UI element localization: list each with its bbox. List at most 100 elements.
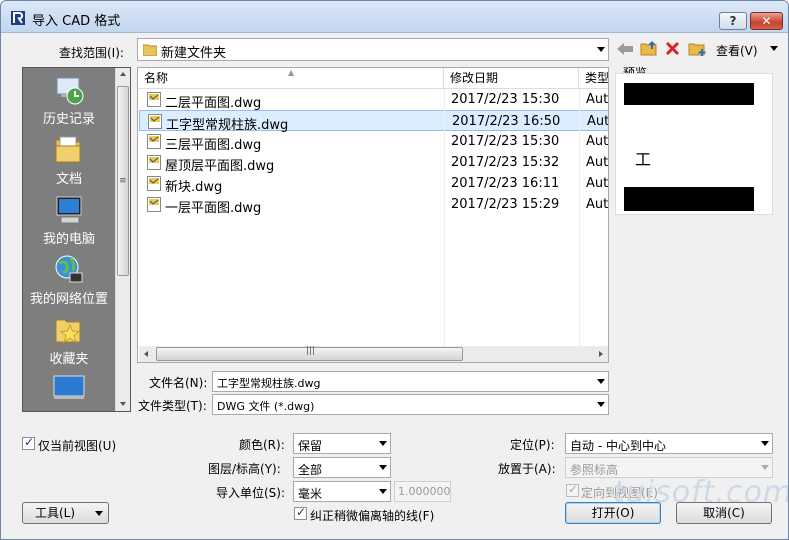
filename-input[interactable]: 工字型常规柱族.dwg — [212, 371, 609, 392]
place-computer[interactable]: 我的电脑 — [23, 194, 115, 247]
file-row[interactable]: 二层平面图.dwg 2017/2/23 15:30 Auto — [139, 89, 608, 111]
dwg-file-icon — [147, 155, 161, 170]
file-name: 新块.dwg — [165, 180, 223, 195]
computer-icon — [56, 196, 82, 224]
chevron-down-icon[interactable] — [379, 465, 387, 470]
chevron-down-icon — [95, 511, 103, 516]
desktop-icon[interactable] — [52, 374, 86, 400]
layers-value: 全部 — [298, 463, 323, 477]
file-name: 屋顶层平面图.dwg — [165, 159, 275, 174]
file-list: 名称 ▲ 修改日期 类型 二层平面图.dwg 2017/2/23 15:30 A… — [137, 67, 609, 363]
filename-value: 工字型常规柱族.dwg — [217, 377, 321, 390]
column-date[interactable]: 修改日期 — [444, 68, 579, 89]
file-date: 2017/2/23 16:50 — [452, 114, 561, 129]
window-title: 导入 CAD 格式 — [32, 14, 121, 29]
file-date: 2017/2/23 15:32 — [451, 155, 560, 170]
file-row[interactable]: 新块.dwg 2017/2/23 16:11 Auto — [139, 173, 609, 195]
grip-icon: ≡ — [119, 176, 127, 186]
cancel-button[interactable]: 取消(C) — [676, 502, 772, 524]
up-folder-icon[interactable] — [640, 40, 658, 57]
correct-lines-checkbox[interactable] — [294, 505, 307, 520]
import-units-select[interactable]: 毫米 — [293, 481, 391, 502]
file-name: 三层平面图.dwg — [165, 138, 262, 153]
file-type: Auto — [587, 114, 609, 129]
place-label: 我的网络位置 — [29, 292, 108, 307]
chevron-down-icon[interactable] — [761, 441, 769, 446]
filetype-label: 文件类型(T): — [138, 399, 207, 413]
place-label: 文档 — [55, 172, 82, 187]
scroll-right-icon[interactable] — [599, 351, 603, 357]
file-row[interactable]: 三层平面图.dwg 2017/2/23 15:30 Auto — [139, 131, 609, 153]
current-view-only-label: 仅当前视图(U) — [38, 439, 117, 453]
view-menu[interactable]: 查看(V) — [716, 42, 758, 59]
scroll-left-icon[interactable] — [144, 351, 148, 357]
column-type[interactable]: 类型 — [579, 68, 608, 89]
dwg-file-icon — [147, 197, 161, 212]
view-dropdown-icon[interactable] — [770, 46, 778, 51]
column-divider — [579, 89, 580, 346]
scale-factor-field: 1.000000 — [394, 481, 451, 502]
preview-bar-top — [624, 83, 754, 105]
file-date: 2017/2/23 15:29 — [451, 197, 560, 212]
file-row-selected[interactable]: 工字型常规柱族.dwg 2017/2/23 16:50 Auto — [139, 110, 609, 133]
lookin-select[interactable]: 新建文件夹 — [137, 38, 609, 61]
close-button[interactable]: ✕ — [750, 12, 783, 30]
network-icon — [55, 255, 83, 283]
place-label: 历史记录 — [42, 112, 95, 127]
chevron-down-icon[interactable] — [597, 402, 605, 407]
place-label: 我的电脑 — [42, 232, 95, 247]
file-date: 2017/2/23 15:30 — [451, 134, 560, 149]
chevron-down-icon[interactable] — [379, 489, 387, 494]
positioning-value: 自动 - 中心到中心 — [570, 439, 666, 453]
scale-factor-value: 1.000000 — [398, 485, 451, 498]
lookin-label: 查找范围(I): — [59, 46, 124, 60]
places-bar: 历史记录 文档 我的电脑 我的网络位置 收藏夹 ≡ — [22, 67, 131, 412]
open-button[interactable]: 打开(O) — [565, 502, 661, 524]
favorites-icon — [55, 319, 81, 344]
correct-lines-label: 纠正稍微偏离轴的线(F) — [310, 509, 435, 523]
chevron-down-icon[interactable] — [597, 379, 605, 384]
places-scrollbar[interactable]: ≡ — [115, 68, 130, 411]
place-history[interactable]: 历史记录 — [23, 74, 115, 127]
tools-label: 工具(L) — [35, 506, 76, 520]
scroll-down-icon[interactable] — [120, 402, 126, 406]
filelist-hscrollbar[interactable]: ||| — [139, 346, 608, 362]
chevron-down-icon — [597, 47, 605, 52]
orient-to-view-checkbox — [566, 482, 579, 497]
back-arrow-icon[interactable] — [616, 42, 634, 56]
positioning-select[interactable]: 自动 - 中心到中心 — [565, 433, 773, 454]
colors-select[interactable]: 保留 — [293, 433, 391, 454]
sort-asc-icon: ▲ — [288, 68, 295, 77]
filename-label: 文件名(N): — [149, 376, 208, 390]
place-documents[interactable]: 文档 — [23, 134, 115, 187]
file-name: 一层平面图.dwg — [165, 201, 262, 216]
import-cad-dialog: 导入 CAD 格式 ? ✕ 查找范围(I): 新建文件夹 查看(V) 历史记录 … — [0, 0, 789, 540]
current-view-only-checkbox[interactable] — [22, 435, 35, 450]
place-label: 收藏夹 — [49, 352, 89, 367]
layers-select[interactable]: 全部 — [293, 457, 391, 478]
place-network[interactable]: 我的网络位置 — [23, 254, 115, 307]
chevron-down-icon[interactable] — [379, 441, 387, 446]
file-row[interactable]: 屋顶层平面图.dwg 2017/2/23 15:32 Auto — [139, 152, 608, 174]
place-favorites[interactable]: 收藏夹 — [23, 314, 115, 367]
file-type: Auto — [586, 176, 609, 191]
preview-pane: 工 — [615, 73, 773, 215]
new-folder-icon[interactable] — [688, 40, 706, 57]
help-button[interactable]: ? — [719, 12, 747, 30]
delete-icon[interactable] — [665, 41, 680, 56]
title-bar: 导入 CAD 格式 ? ✕ — [1, 1, 788, 33]
history-icon — [56, 77, 84, 105]
filetype-value: DWG 文件 (*.dwg) — [217, 400, 315, 413]
dwg-file-icon — [147, 92, 161, 107]
preview-glyph: 工 — [635, 150, 652, 169]
scroll-up-icon[interactable] — [120, 72, 126, 76]
tools-button[interactable]: 工具(L) — [22, 502, 109, 524]
file-type: Auto — [586, 197, 609, 212]
import-units-label: 导入单位(S): — [216, 486, 286, 500]
lookin-value: 新建文件夹 — [161, 46, 227, 61]
file-row[interactable]: 一层平面图.dwg 2017/2/23 15:29 Auto — [139, 194, 609, 216]
positioning-label: 定位(P): — [510, 438, 555, 452]
filetype-select[interactable]: DWG 文件 (*.dwg) — [212, 394, 609, 415]
file-type: Auto — [586, 134, 609, 149]
chevron-down-icon — [761, 465, 769, 470]
